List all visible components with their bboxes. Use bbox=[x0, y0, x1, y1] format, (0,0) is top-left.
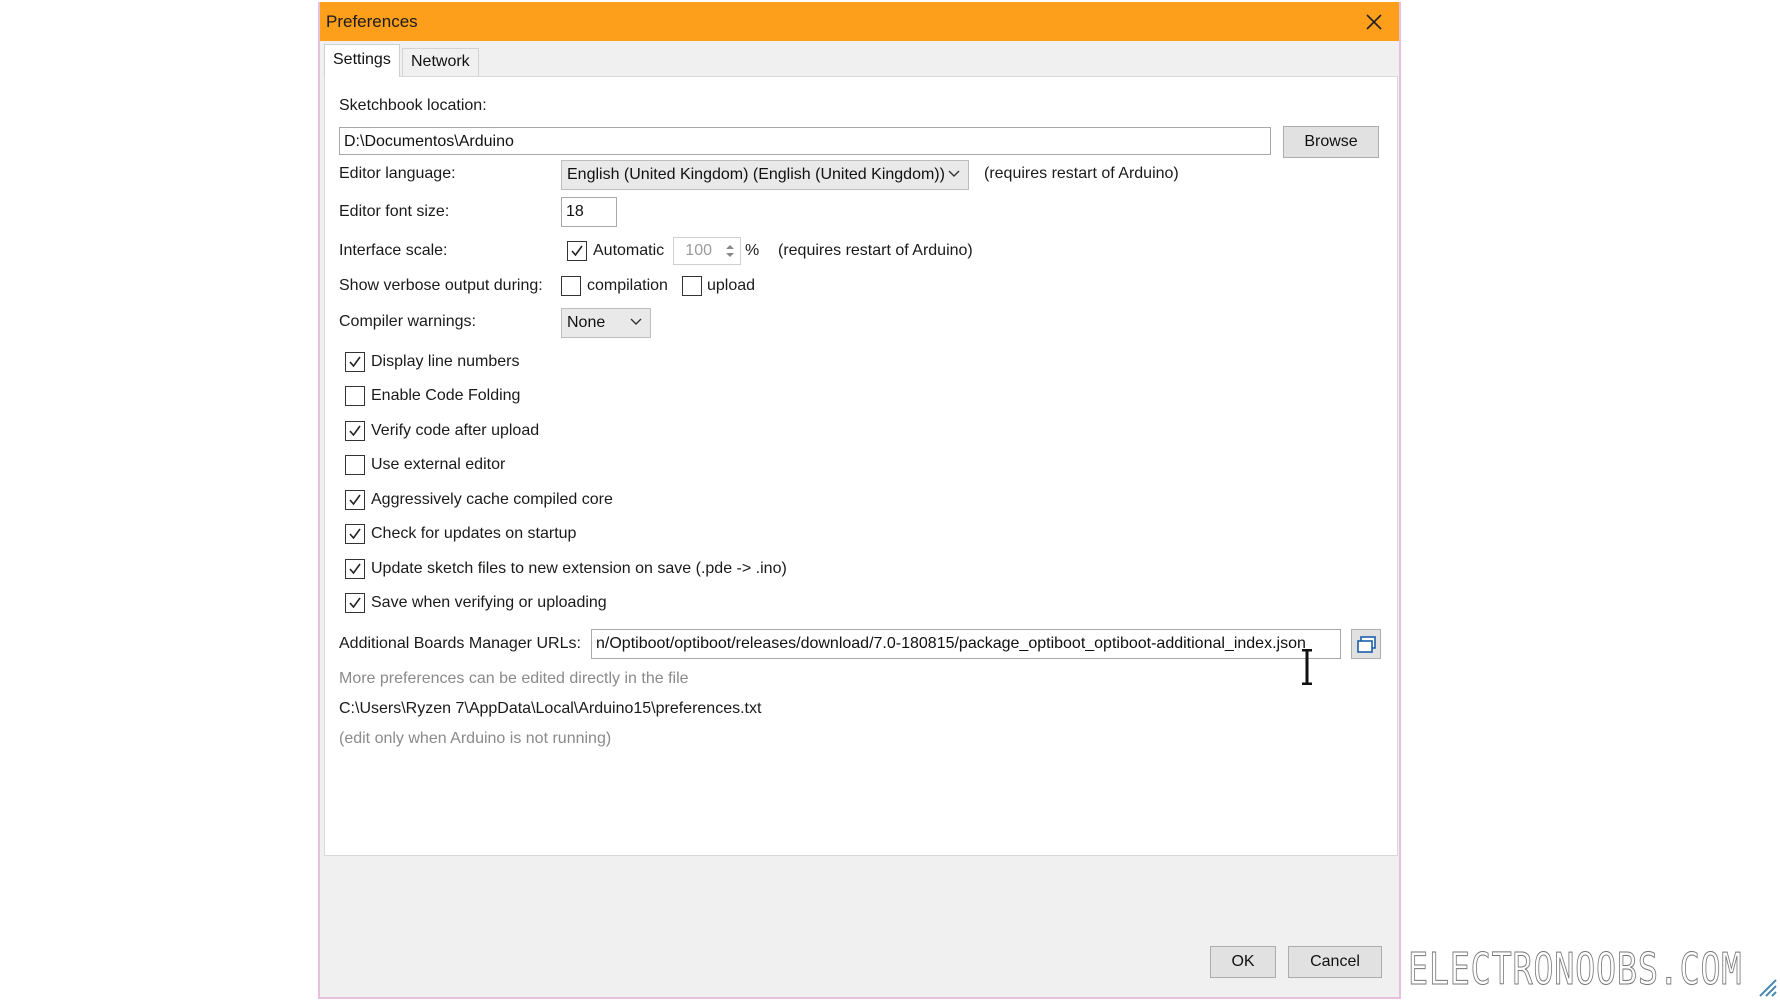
option-checkbox[interactable] bbox=[345, 386, 365, 406]
boards-urls-label: Additional Boards Manager URLs: bbox=[339, 635, 581, 652]
font-size-label: Editor font size: bbox=[339, 203, 450, 220]
option-checkbox[interactable] bbox=[345, 421, 365, 441]
settings-panel: Sketchbook location: D:\Documentos\Ardui… bbox=[324, 76, 1398, 856]
option-checkbox[interactable] bbox=[345, 524, 365, 544]
chevron-down-icon bbox=[948, 170, 960, 177]
compiler-warnings-label: Compiler warnings: bbox=[339, 313, 476, 330]
option-checkbox[interactable] bbox=[345, 490, 365, 510]
checkmark-icon bbox=[349, 356, 361, 368]
verbose-label: Show verbose output during: bbox=[339, 277, 543, 294]
option-label: Save when verifying or uploading bbox=[371, 594, 607, 611]
option-label: Enable Code Folding bbox=[371, 387, 521, 404]
checkmark-icon bbox=[349, 597, 361, 609]
checkmark-icon bbox=[349, 563, 361, 575]
ok-button[interactable]: OK bbox=[1210, 946, 1276, 978]
chevron-down-icon bbox=[630, 318, 642, 325]
option-checkbox[interactable] bbox=[345, 593, 365, 613]
checkmark-icon bbox=[349, 494, 361, 506]
editor-language-value: English (United Kingdom) (English (Unite… bbox=[567, 166, 945, 183]
option-checkbox[interactable] bbox=[345, 352, 365, 372]
resize-grip-icon bbox=[1759, 979, 1777, 997]
text-cursor-icon bbox=[1302, 649, 1312, 685]
option-label: Aggressively cache compiled core bbox=[371, 491, 613, 508]
title-bar[interactable]: Preferences bbox=[320, 2, 1399, 41]
option-checkbox[interactable] bbox=[345, 559, 365, 579]
preferences-dialog: Preferences Settings Network Sketchbook … bbox=[318, 2, 1401, 999]
automatic-label: Automatic bbox=[593, 242, 665, 259]
sketchbook-label: Sketchbook location: bbox=[339, 97, 487, 114]
close-button[interactable] bbox=[1349, 2, 1399, 41]
checkmark-icon bbox=[349, 425, 361, 437]
close-icon bbox=[1366, 13, 1382, 30]
option-label: Use external editor bbox=[371, 456, 506, 473]
compilation-checkbox[interactable] bbox=[561, 276, 581, 296]
edit-urls-button[interactable] bbox=[1351, 629, 1381, 659]
restart-note: (requires restart of Arduino) bbox=[984, 165, 1179, 182]
edit-note: (edit only when Arduino is not running) bbox=[339, 730, 612, 747]
more-preferences-note: More preferences can be edited directly … bbox=[339, 670, 689, 687]
option-checkbox[interactable] bbox=[345, 455, 365, 475]
window-title: Preferences bbox=[326, 12, 418, 31]
cancel-button[interactable]: Cancel bbox=[1288, 946, 1382, 978]
window-list-icon bbox=[1357, 636, 1376, 653]
sketchbook-input[interactable]: D:\Documentos\Arduino bbox=[339, 127, 1271, 155]
watermark-logo: ELECTRONOOBS.COM bbox=[1408, 944, 1743, 996]
browse-button[interactable]: Browse bbox=[1283, 126, 1379, 158]
compiler-warnings-select[interactable]: None bbox=[561, 308, 651, 338]
interface-scale-label: Interface scale: bbox=[339, 242, 448, 259]
scale-value: 100 bbox=[685, 242, 712, 259]
upload-label: upload bbox=[707, 277, 756, 294]
tab-network[interactable]: Network bbox=[402, 48, 479, 76]
option-label: Verify code after upload bbox=[371, 422, 540, 439]
font-size-input[interactable]: 18 bbox=[561, 197, 617, 227]
compilation-label: compilation bbox=[587, 277, 668, 294]
automatic-checkbox[interactable] bbox=[567, 241, 587, 261]
tab-settings[interactable]: Settings bbox=[324, 44, 400, 77]
spinner-arrows-icon[interactable] bbox=[722, 240, 738, 262]
percent-sign: % bbox=[745, 242, 760, 259]
editor-language-label: Editor language: bbox=[339, 165, 456, 182]
option-label: Display line numbers bbox=[371, 353, 520, 370]
editor-language-select[interactable]: English (United Kingdom) (English (Unite… bbox=[561, 160, 969, 190]
preferences-path: C:\Users\Ryzen 7\AppData\Local\Arduino15… bbox=[339, 700, 762, 717]
checkmark-icon bbox=[571, 245, 583, 257]
option-label: Check for updates on startup bbox=[371, 525, 577, 542]
compiler-warnings-value: None bbox=[567, 314, 606, 331]
scale-spinner[interactable]: 100 bbox=[673, 237, 741, 265]
option-label: Update sketch files to new extension on … bbox=[371, 560, 787, 577]
scale-restart-note: (requires restart of Arduino) bbox=[778, 242, 973, 259]
checkmark-icon bbox=[349, 528, 361, 540]
upload-checkbox[interactable] bbox=[682, 276, 702, 296]
boards-urls-input[interactable]: n/Optiboot/optiboot/releases/download/7.… bbox=[591, 629, 1341, 659]
